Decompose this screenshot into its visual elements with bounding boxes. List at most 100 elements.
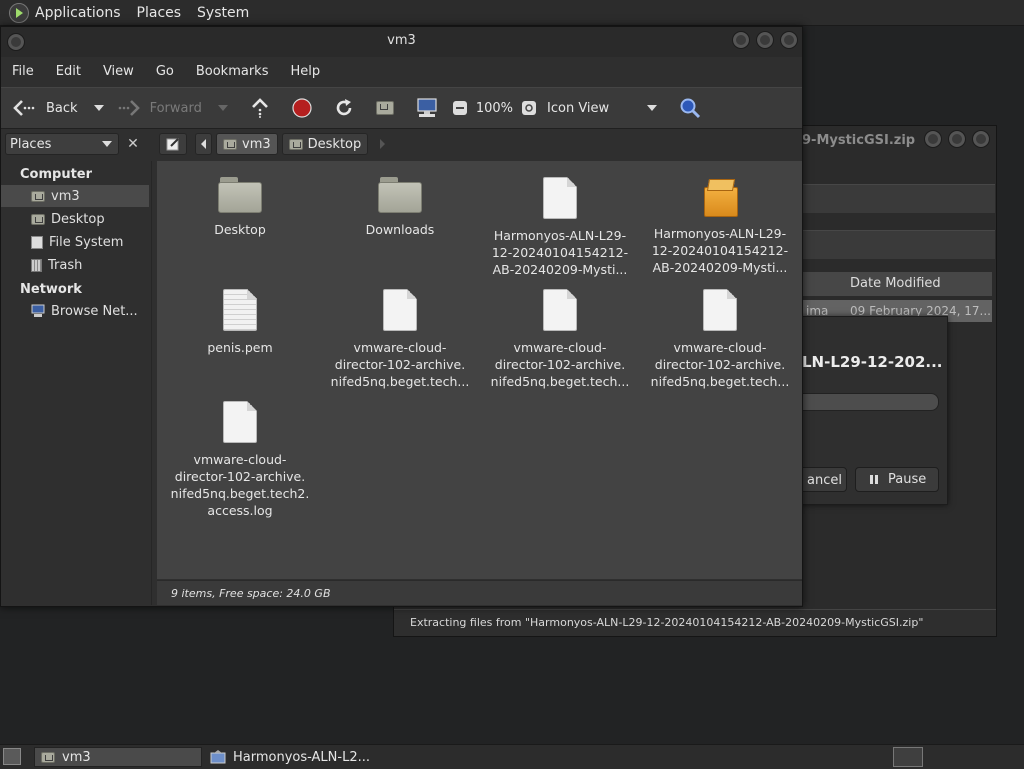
top-panel: Applications Places System — [0, 0, 1024, 26]
places-menu[interactable]: Places — [137, 5, 182, 21]
chevron-right-icon[interactable] — [380, 139, 386, 149]
file-item[interactable]: Harmonyos-ALN-L29- 12-20240104154212- AB-2… — [645, 179, 795, 276]
minimize-button[interactable] — [732, 31, 750, 49]
computer-icon[interactable] — [416, 98, 438, 118]
file-item[interactable]: Harmonyos-ALN-L29- 12-20240104154212- AB-2… — [485, 177, 635, 278]
view-mode-label: Icon View — [547, 100, 610, 116]
file-name-line: penis.pem — [207, 340, 273, 355]
toggle-location-button[interactable] — [159, 133, 187, 155]
path-segment-label: Desktop — [307, 136, 362, 152]
file-item[interactable]: Downloads — [325, 177, 475, 238]
menu-go[interactable]: Go — [145, 64, 185, 79]
back-button[interactable]: Back — [13, 99, 78, 117]
path-segment-desktop[interactable]: Desktop — [281, 133, 369, 155]
close-sidebar-icon[interactable]: ✕ — [123, 134, 143, 154]
up-arrow-icon[interactable] — [250, 98, 270, 118]
file-name-line: nifed5nq.beget.tech2. — [170, 486, 310, 501]
file-icon — [543, 289, 577, 331]
minimize-button[interactable] — [924, 130, 942, 148]
network-icon — [31, 304, 45, 317]
forward-button[interactable]: Forward — [118, 99, 202, 117]
archive-column-header: Date Modified — [802, 272, 992, 296]
home-folder-icon — [31, 190, 45, 202]
taskbar-item-archive[interactable]: Harmonyos-ALN-L2... — [204, 747, 394, 767]
menu-view[interactable]: View — [92, 64, 145, 79]
forward-history-dropdown[interactable] — [217, 105, 228, 111]
view-mode-selector[interactable]: Icon View — [547, 100, 658, 116]
pause-icon — [870, 475, 878, 484]
cancel-button[interactable]: ancel — [799, 467, 847, 492]
window-titlebar[interactable]: vm3 — [1, 27, 802, 57]
stop-icon[interactable] — [292, 98, 312, 118]
file-name-line: director-102-archive. — [334, 357, 466, 372]
menu-file[interactable]: File — [1, 64, 45, 79]
workspace-switcher[interactable] — [893, 747, 923, 767]
zoom-level[interactable]: 100% — [476, 101, 513, 116]
file-name-line: AB-20240209-Mysti... — [492, 262, 628, 277]
archive-icon — [702, 177, 738, 217]
file-item[interactable]: vmware-cloud-director-102-archive. nifed5… — [325, 289, 475, 390]
file-item[interactable]: vmware-cloud-director-102-archive. nifed5… — [645, 289, 795, 390]
file-item[interactable]: vmware-cloud-director-102-archive. nifed5… — [165, 401, 315, 519]
file-name-line: vmware-cloud- — [353, 340, 447, 355]
progress-bar — [799, 393, 939, 411]
sidebar-item-vm3[interactable]: vm3 — [1, 185, 149, 207]
file-name-line: vmware-cloud- — [513, 340, 607, 355]
bottom-panel: vm3 Harmonyos-ALN-L2... — [0, 744, 1024, 769]
show-desktop-icon[interactable] — [3, 748, 21, 765]
file-item[interactable]: vmware-cloud-director-102-archive. nifed5… — [485, 289, 635, 390]
taskbar-item-label: vm3 — [62, 749, 91, 765]
sidebar-item-label: Desktop — [51, 211, 105, 227]
window-title: vm3 — [387, 33, 416, 48]
sidebar-item-file-system[interactable]: File System — [1, 231, 149, 253]
file-name-line: director-102-archive. — [174, 469, 306, 484]
pause-label: Pause — [888, 472, 927, 487]
path-scroll-left[interactable] — [195, 133, 212, 155]
file-icon — [223, 401, 257, 443]
zoom-in-icon[interactable] — [521, 100, 537, 116]
edit-icon — [166, 138, 179, 151]
file-item[interactable]: penis.pem — [165, 289, 315, 356]
pause-button[interactable]: Pause — [855, 467, 939, 492]
back-history-dropdown[interactable] — [93, 105, 104, 111]
text-file-icon — [223, 289, 257, 331]
file-icon — [703, 289, 737, 331]
archive-window-title: 9-MysticGSI.zip — [802, 133, 916, 148]
path-segment-vm3[interactable]: vm3 — [216, 133, 278, 155]
sidebar-header: Places ✕ — [5, 132, 147, 156]
close-button[interactable] — [972, 130, 990, 148]
close-button[interactable] — [780, 31, 798, 49]
sidebar-item-browse-network[interactable]: Browse Net... — [1, 300, 149, 322]
archive-status-bar: Extracting files from "Harmonyos-ALN-L29… — [394, 609, 996, 636]
file-icon — [543, 177, 577, 219]
menu-logo-icon[interactable] — [9, 2, 29, 23]
archive-menubar — [802, 184, 995, 213]
sidebar-item-desktop[interactable]: Desktop — [1, 208, 149, 230]
file-item[interactable]: Desktop — [165, 177, 315, 238]
menu-bookmarks[interactable]: Bookmarks — [185, 64, 280, 79]
reload-icon[interactable] — [334, 98, 354, 118]
maximize-button[interactable] — [756, 31, 774, 49]
menu-help[interactable]: Help — [279, 64, 331, 79]
folder-icon — [218, 177, 262, 213]
file-name-line: vmware-cloud- — [673, 340, 767, 355]
home-folder-icon — [41, 751, 55, 763]
menu-edit[interactable]: Edit — [45, 64, 92, 79]
sidebar-type-label: Places — [10, 136, 52, 152]
file-name-line: Downloads — [365, 222, 435, 237]
sidebar-item-trash[interactable]: Trash — [1, 254, 149, 276]
folder-icon — [378, 177, 422, 213]
sidebar-type-select[interactable]: Places — [5, 133, 119, 155]
file-name-line: access.log — [207, 503, 273, 518]
applications-menu[interactable]: Applications — [35, 5, 121, 21]
taskbar-item-vm3[interactable]: vm3 — [34, 747, 202, 767]
system-menu[interactable]: System — [197, 5, 249, 21]
file-icon-view[interactable]: Desktop Downloads Harmonyos-ALN-L29- 12-202… — [157, 161, 802, 579]
zoom-out-icon[interactable] — [452, 100, 468, 116]
archive-toolbar — [802, 230, 995, 259]
home-icon[interactable] — [375, 101, 394, 115]
search-icon[interactable] — [679, 97, 701, 119]
date-modified-column[interactable]: Date Modified — [850, 276, 941, 291]
status-bar: 9 items, Free space: 24.0 GB — [157, 580, 802, 605]
maximize-button[interactable] — [948, 130, 966, 148]
